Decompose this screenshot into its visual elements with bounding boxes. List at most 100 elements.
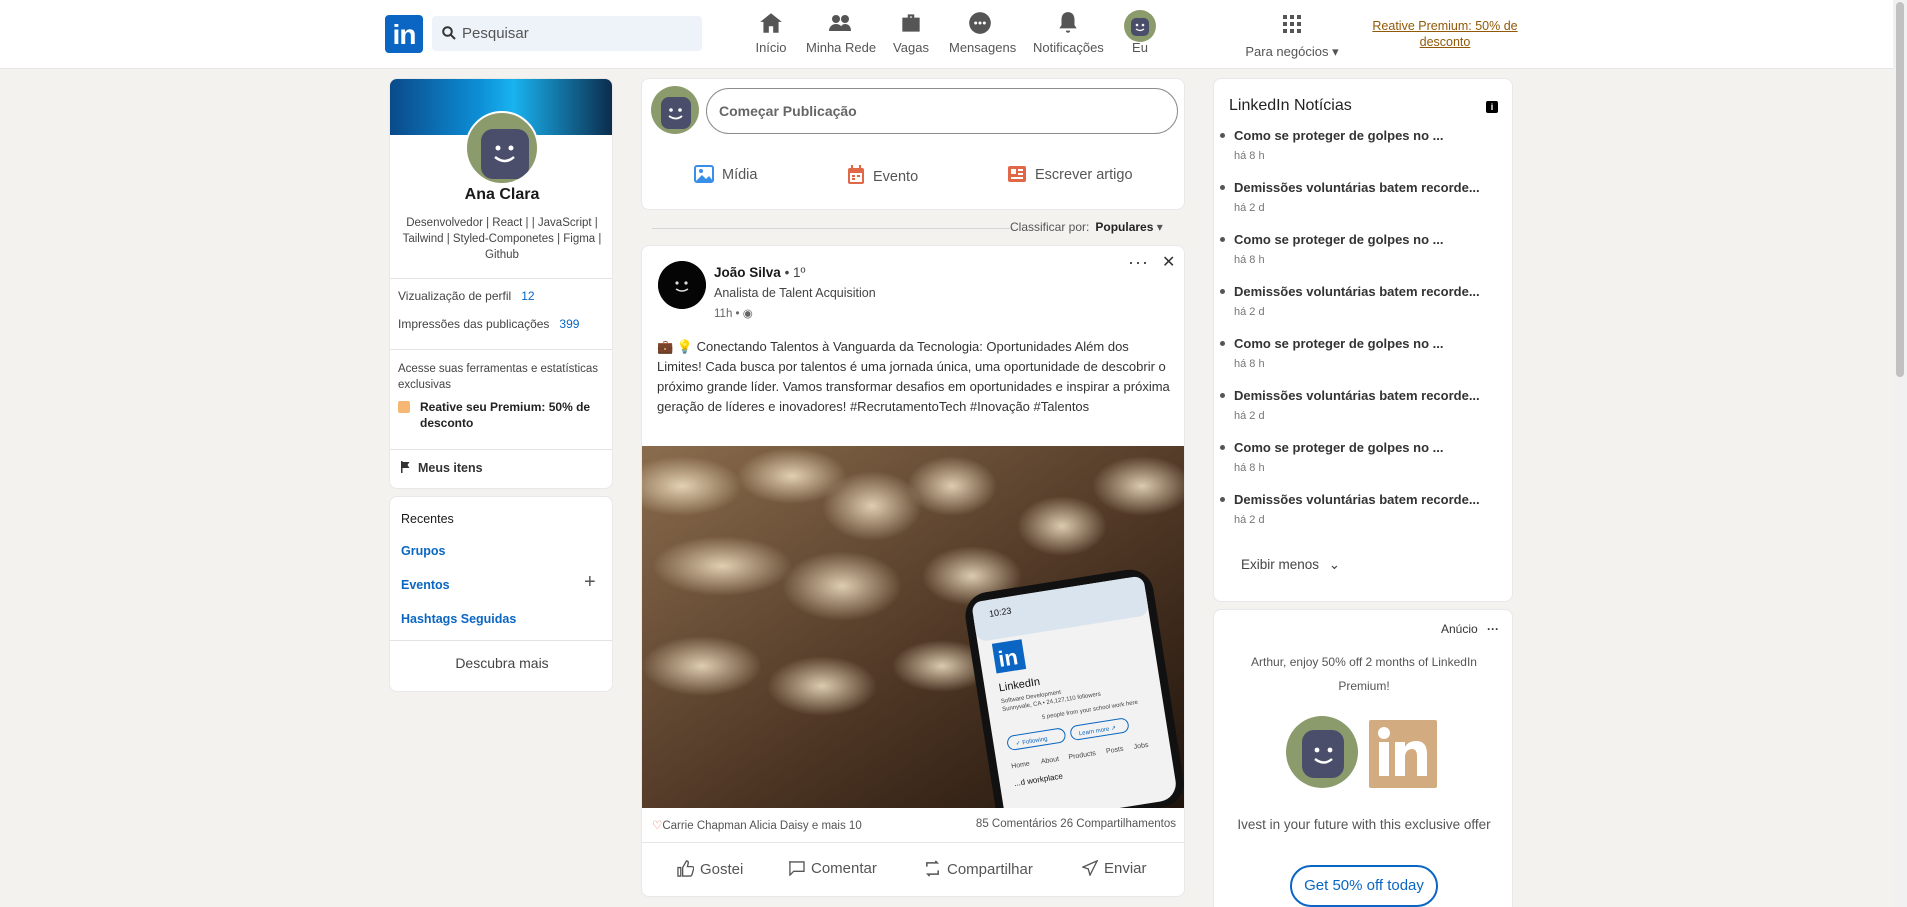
close-icon[interactable]: ✕	[1162, 252, 1175, 272]
media-button[interactable]: Mídia	[694, 165, 757, 183]
nav-home[interactable]: Início	[754, 10, 788, 58]
scrollbar-thumb[interactable]	[1896, 2, 1904, 377]
compose-avatar[interactable]	[651, 86, 699, 134]
reactions-text: Carrie Chapman Alicia Daisy e mais 10	[662, 820, 862, 832]
write-article-button[interactable]: Escrever artigo	[1007, 165, 1133, 183]
post-text: 💼 💡 Conectando Talentos à Vanguarda da T…	[657, 339, 1170, 414]
globe-icon: ◉	[742, 308, 753, 320]
reactivate-premium-link[interactable]: Reative Premium: 50% de desconto	[1370, 18, 1520, 50]
news-item[interactable]: Demissões voluntárias batem recorde...	[1220, 492, 1480, 507]
caret-down-icon: ▾	[1156, 220, 1163, 234]
send-button[interactable]: Enviar	[1081, 859, 1147, 877]
author-headline: Analista de Talent Acquisition	[714, 286, 876, 300]
more-options-icon[interactable]: ···	[1128, 252, 1149, 273]
write-article-label: Escrever artigo	[1035, 167, 1133, 183]
repost-icon	[925, 860, 940, 877]
ad-card: Anúcio ··· Arthur, enjoy 50% off 2 month…	[1213, 609, 1513, 907]
nav-jobs[interactable]: Vagas	[891, 10, 931, 58]
ad-label-text: Anúcio	[1441, 622, 1478, 636]
reactions-summary[interactable]: ♡Carrie Chapman Alicia Daisy e mais 10	[652, 818, 862, 832]
event-label: Evento	[873, 169, 919, 185]
news-card: LinkedIn Notícias i Como se proteger de …	[1213, 78, 1513, 602]
my-items-link[interactable]: Meus itens	[400, 461, 483, 475]
news-item[interactable]: Demissões voluntárias batem recorde...	[1220, 180, 1480, 195]
news-item[interactable]: Como se proteger de golpes no ...	[1219, 232, 1443, 247]
article-icon	[1008, 166, 1026, 182]
news-age: há 2 d	[1234, 410, 1265, 422]
connection-degree: • 1º	[784, 265, 806, 280]
profile-name[interactable]: Ana Clara	[390, 186, 612, 204]
messaging-icon	[949, 10, 1011, 40]
avatar	[1124, 10, 1156, 42]
nav-messaging-label: Mensagens	[949, 40, 1017, 55]
author-avatar[interactable]	[658, 261, 706, 309]
comment-label: Comentar	[811, 860, 877, 877]
home-icon	[754, 10, 788, 40]
event-button[interactable]: Evento	[847, 165, 918, 185]
groups-link[interactable]: Grupos	[401, 544, 445, 558]
nav-network[interactable]: Minha Rede	[806, 10, 877, 58]
news-item[interactable]: Como se proteger de golpes no ...	[1219, 336, 1443, 351]
nav-me[interactable]: Eu	[1124, 10, 1156, 58]
ad-avatar	[1286, 716, 1358, 788]
like-button[interactable]: Gostei	[677, 860, 743, 878]
discover-more-button[interactable]: Descubra mais	[390, 655, 614, 671]
share-label: Compartilhar	[947, 861, 1033, 878]
nav-network-label: Minha Rede	[806, 40, 877, 55]
nav-messaging[interactable]: Mensagens	[949, 10, 1017, 58]
nav-notifications[interactable]: Notificações	[1033, 10, 1104, 58]
profile-description: Desenvolvedor | React | | JavaScript | T…	[402, 217, 602, 261]
media-label: Mídia	[722, 167, 758, 183]
network-icon	[806, 10, 874, 40]
search-box[interactable]	[432, 16, 702, 51]
show-less-button[interactable]: Exibir menos ⌄	[1241, 557, 1340, 573]
sort-label: Classificar por:	[1010, 220, 1090, 234]
nav-notifications-label: Notificações	[1033, 40, 1104, 55]
divider	[390, 640, 612, 641]
post-time-text: 11h •	[714, 308, 740, 320]
share-button[interactable]: Compartilhar	[924, 860, 1033, 878]
briefcase-icon	[891, 10, 931, 40]
news-age: há 8 h	[1234, 462, 1265, 474]
linkedin-logo	[1369, 720, 1437, 788]
sort-dropdown[interactable]: Classificar por: Populares ▾	[1010, 220, 1163, 234]
news-item[interactable]: Como se proteger de golpes no ...	[1219, 440, 1443, 455]
my-items-label: Meus itens	[418, 461, 483, 475]
caret-down-icon: ▾	[1332, 44, 1339, 59]
profile-views-row[interactable]: Vizualização de perfil 12	[398, 289, 535, 303]
more-options-icon[interactable]: ···	[1487, 622, 1499, 636]
compose-card: Começar Publicação Mídia Evento Escrever…	[641, 78, 1185, 210]
ad-text: Arthur, enjoy 50% off 2 months of Linked…	[1251, 655, 1477, 693]
info-icon[interactable]: i	[1486, 101, 1498, 113]
heart-icon: ♡	[652, 820, 663, 832]
hashtags-link[interactable]: Hashtags Seguidas	[401, 612, 516, 626]
nav-me-label: Eu	[1132, 40, 1148, 55]
recent-title: Recentes	[401, 512, 454, 526]
sort-value: Populares	[1095, 220, 1154, 234]
news-age: há 2 d	[1234, 306, 1265, 318]
start-post-input[interactable]: Começar Publicação	[706, 88, 1178, 134]
add-event-icon[interactable]: +	[584, 571, 596, 594]
post-impressions-row[interactable]: Impressões das publicações 399	[398, 317, 579, 331]
comment-button[interactable]: Comentar	[788, 860, 877, 877]
premium-icon	[398, 401, 410, 413]
post-counts[interactable]: 85 Comentários 26 Compartilhamentos	[976, 818, 1176, 830]
nav-home-label: Início	[755, 40, 787, 55]
search-input[interactable]	[460, 16, 696, 51]
news-age: há 8 h	[1234, 254, 1265, 266]
business-menu[interactable]: Para negócios ▾	[1242, 10, 1342, 59]
divider	[390, 349, 612, 350]
post-author[interactable]: João Silva • 1º	[714, 265, 805, 280]
news-item[interactable]: Demissões voluntárias batem recorde...	[1220, 284, 1480, 299]
page-scrollbar[interactable]	[1893, 0, 1907, 907]
get-offer-button[interactable]: Get 50% off today	[1290, 865, 1438, 907]
news-age: há 2 d	[1234, 514, 1265, 526]
news-item[interactable]: Como se proteger de golpes no ...	[1219, 128, 1443, 143]
linkedin-logo[interactable]: in	[385, 15, 423, 53]
premium-promo[interactable]: Reative seu Premium: 50% de desconto	[398, 399, 606, 431]
post-image[interactable]: 10:23 in LinkedIn Software Development S…	[642, 446, 1184, 808]
events-link[interactable]: Eventos	[401, 578, 450, 592]
ad-cta-text: Ivest in your future with this exclusive…	[1237, 817, 1491, 832]
profile-avatar[interactable]	[465, 111, 539, 185]
news-item[interactable]: Demissões voluntárias batem recorde...	[1220, 388, 1480, 403]
